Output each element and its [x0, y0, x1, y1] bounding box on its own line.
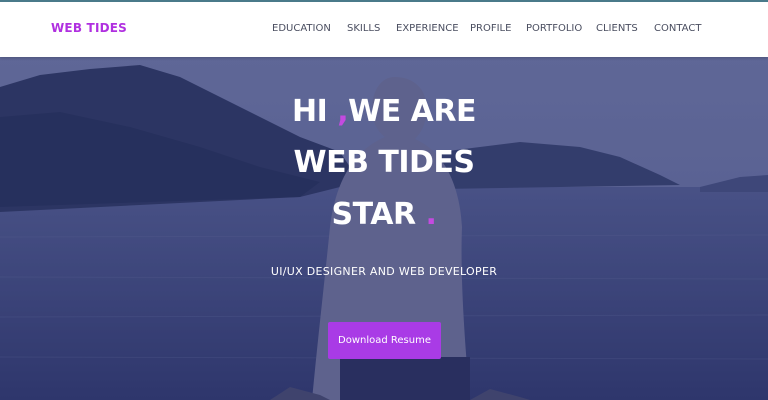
hero-subtitle: UI/UX DESIGNER AND WEB DEVELOPER [270, 265, 498, 278]
nav-link-education[interactable]: EDUCATION [272, 23, 331, 34]
nav-link-profile[interactable]: PROFILE [470, 23, 511, 34]
headline-accent-comma: , [337, 94, 349, 129]
hero-headline-line3: STAR . [0, 197, 768, 232]
top-navbar: WEB TIDES EDUCATION SKILLS EXPERIENCE PR… [0, 0, 768, 57]
brand-logo[interactable]: WEB TIDES [51, 21, 127, 35]
headline-we-are: WE ARE [348, 94, 476, 129]
nav-link-contact[interactable]: CONTACT [654, 23, 701, 34]
nav-link-clients[interactable]: CLIENTS [596, 23, 638, 34]
headline-accent-dot: . [425, 197, 437, 232]
nav-link-experience[interactable]: EXPERIENCE [396, 23, 459, 34]
headline-hi: HI [292, 94, 338, 129]
headline-star: STAR [331, 197, 417, 232]
hero-section: HI ,WE ARE WEB TIDES STAR . UI/UX DESIGN… [0, 57, 768, 400]
hero-headline-line1: HI ,WE ARE [0, 94, 768, 129]
nav-link-skills[interactable]: SKILLS [347, 23, 380, 34]
download-resume-button[interactable]: Download Resume [328, 322, 441, 359]
nav-link-portfolio[interactable]: PORTFOLIO [526, 23, 582, 34]
hero-headline-line2: WEB TIDES [293, 145, 475, 180]
